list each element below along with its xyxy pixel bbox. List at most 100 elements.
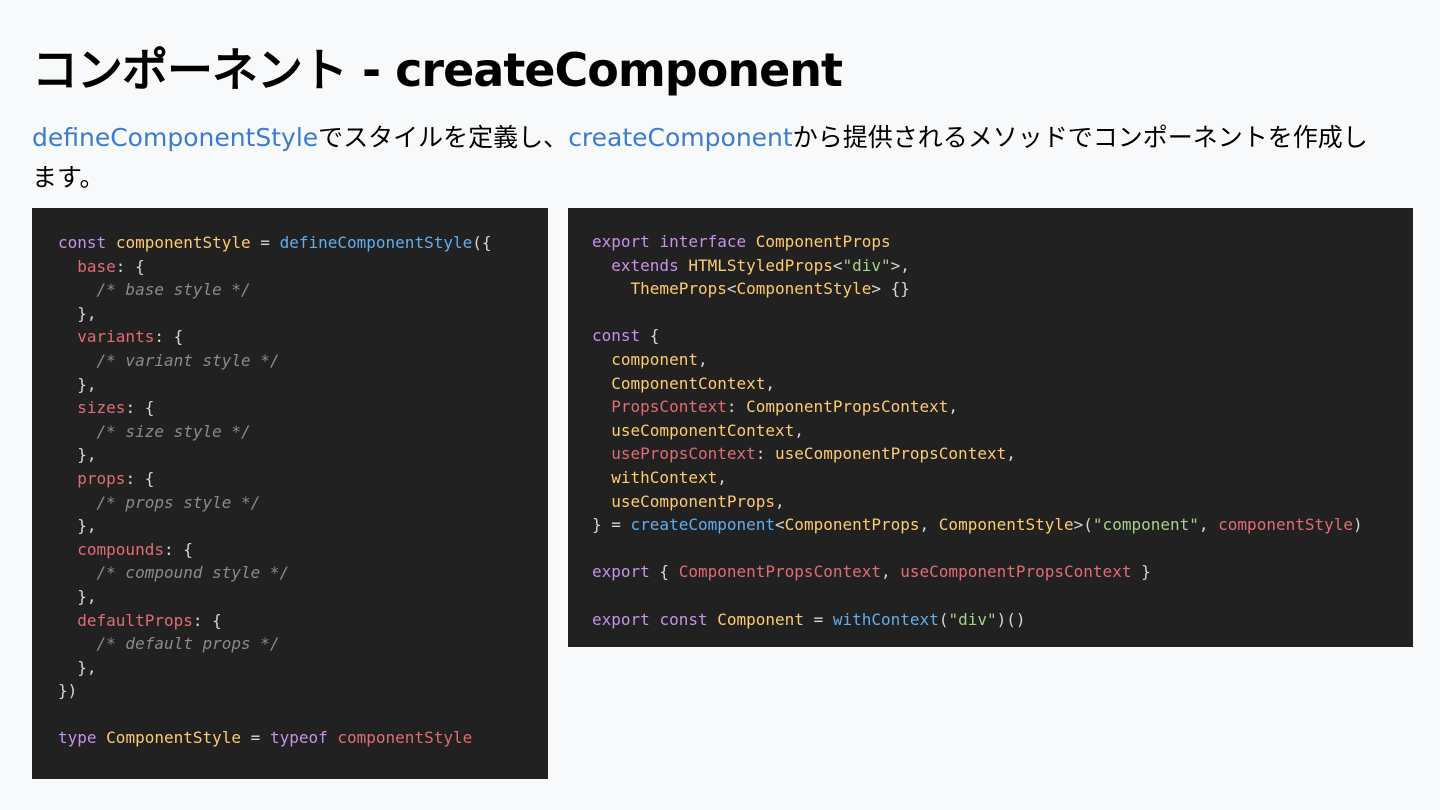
code-line: export interface ComponentProps [592,230,1413,254]
code-line: PropsContext: ComponentPropsContext, [592,395,1413,419]
code-line: useComponentProps, [592,490,1413,514]
code-token: "div" [948,609,997,629]
code-token: : [726,397,747,417]
code-token: = [241,728,270,748]
code-token: ComponentProps [755,232,891,251]
code-line: extends HTMLStyledProps<"div">, [592,254,1413,278]
code-token: defaultProps [77,610,193,630]
code-token: ThemeProps [630,279,727,299]
code-line: /* compound style */ [58,561,548,585]
code-token: defineComponentStyle [279,233,473,252]
code-token: export [592,562,650,582]
code-line: usePropsContext: useComponentPropsContex… [592,442,1413,466]
code-line: const { [592,324,1413,348]
code-token: , [1198,515,1219,535]
code-token: export [592,609,650,629]
code-line: /* props style */ [58,491,548,515]
code-token: < [775,515,785,535]
code-token: /* props style */ [96,492,261,512]
code-line: /* size style */ [58,420,548,444]
code-line: compounds: { [58,538,548,562]
code-line: variants: { [58,325,548,349]
code-line: base: { [58,255,548,279]
code-block-define-style: const componentStyle = defineComponentSt… [32,208,548,779]
description-part: でスタイルを定義し、 [318,123,569,152]
code-token: , [717,467,727,487]
code-token: useComponentPropsContext [900,562,1132,582]
code-block-create-component: export interface ComponentProps extends … [568,208,1413,647]
code-token: : { [192,610,222,630]
code-line: export { ComponentPropsContext, useCompo… [592,560,1413,584]
code-token: : { [125,468,155,488]
code-token: /* default props */ [96,634,280,654]
code-token: usePropsContext [611,444,756,464]
code-token: withContext [611,467,718,487]
code-token: HTMLStyledProps [688,255,833,275]
code-token: extends [611,255,679,275]
code-token: , [697,349,708,369]
code-token: useComponentProps [611,491,776,511]
code-token: withContext [832,609,939,629]
code-token: , [948,397,959,417]
code-token: >( [1073,515,1093,535]
code-token: PropsContext [611,397,727,417]
code-token: : { [115,256,145,276]
code-token: ComponentPropsContext [746,397,949,417]
code-token: { [640,326,660,346]
code-line: type ComponentStyle = typeof componentSt… [58,726,548,750]
code-token: : [755,444,776,464]
code-line: }, [58,373,548,397]
code-token: ) [1353,515,1363,535]
code-token: : { [163,539,193,559]
code-token: ComponentProps [784,515,920,535]
code-line: component, [592,348,1413,372]
code-token: }, [58,445,97,465]
code-token: type [58,728,97,748]
code-token: "div" [842,255,891,275]
code-line: } = createComponent<ComponentProps, Comp… [592,513,1413,537]
code-line: }, [58,302,548,326]
code-token: compounds [77,539,164,559]
code-token: )() [996,609,1026,629]
code-token: const [592,326,641,346]
code-token: = [803,609,833,629]
code-token: props [77,468,126,488]
code-token: : { [154,327,184,347]
code-token: ComponentContext [611,373,766,393]
slide-title: コンポーネント - createComponent [32,43,843,97]
code-token: typeof [269,728,328,748]
code-token: } = [592,515,631,535]
code-token: export [592,232,650,251]
code-token: component [611,349,698,369]
code-token: createComponent [630,515,776,535]
code-line: sizes: { [58,396,548,420]
code-token: Component [717,609,804,629]
code-token: , [881,562,901,582]
code-token: componentStyle [1218,515,1354,535]
code-line: /* variant style */ [58,349,548,373]
code-line: }, [58,585,548,609]
code-token: ({ [472,233,492,252]
code-token: useComponentContext [611,420,795,440]
code-token: variants [77,327,155,347]
code-line: const componentStyle = defineComponentSt… [58,231,548,255]
code-token: }, [58,374,97,394]
